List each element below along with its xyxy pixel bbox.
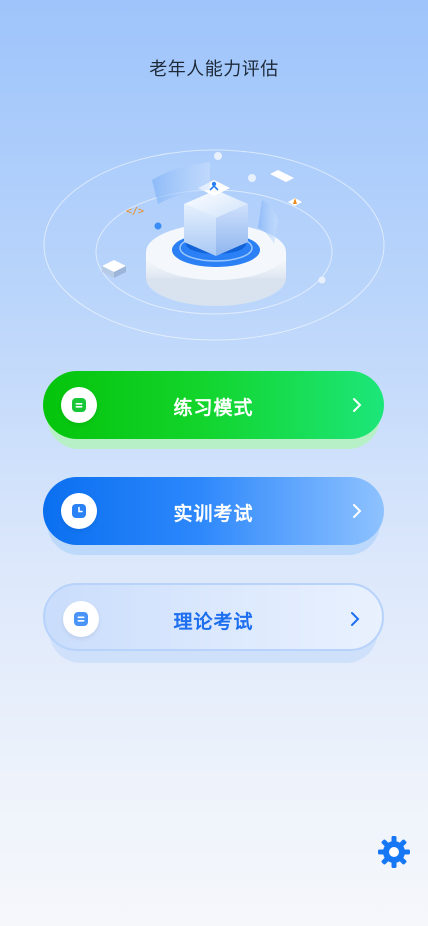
page-title: 老年人能力评估 [149,59,279,80]
gear-icon[interactable] [376,834,412,870]
chevron-right-icon [353,398,362,412]
training-exam-label: 实训考试 [173,503,254,525]
training-exam-button[interactable]: 实训考试 [43,477,384,555]
chevron-right-icon [353,504,362,518]
hero-illustration: </> [43,149,385,341]
practice-mode-label: 练习模式 [173,397,254,419]
theory-exam-button[interactable]: 理论考试 [43,583,384,663]
svg-text:</>: </> [126,206,144,217]
theory-exam-label: 理论考试 [173,611,254,633]
chevron-right-icon [351,612,360,626]
practice-mode-button[interactable]: 练习模式 [43,371,384,449]
